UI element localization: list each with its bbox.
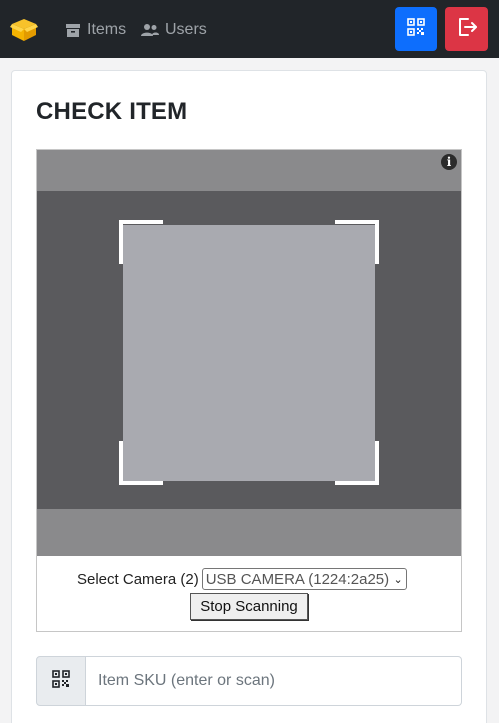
- sku-input-group: [36, 656, 462, 706]
- logout-icon: [456, 16, 478, 43]
- nav-users-link[interactable]: Users: [141, 19, 207, 41]
- stop-scanning-button[interactable]: Stop Scanning: [190, 593, 308, 620]
- page-title: CHECK ITEM: [36, 98, 188, 125]
- camera-select-label: Select Camera (2): [77, 570, 199, 588]
- box-icon[interactable]: [10, 16, 38, 44]
- nav-users-label: Users: [165, 21, 207, 38]
- qr-code-icon: [406, 17, 426, 42]
- qr-code-icon: [51, 669, 71, 694]
- camera-preview: i: [37, 150, 461, 556]
- navbar: Items Users: [0, 0, 499, 58]
- scan-corner-bottom-right: [335, 441, 379, 485]
- camera-select-row: Select Camera (2) USB CAMERA (1224:2a25)…: [77, 568, 427, 590]
- sku-input[interactable]: [86, 656, 462, 706]
- camera-select[interactable]: USB CAMERA (1224:2a25) ⌄: [201, 568, 407, 590]
- qr-reader: i Select Camera (2) USB CAMERA (1224:2a2…: [36, 149, 462, 632]
- scan-corner-bottom-left: [119, 441, 163, 485]
- info-icon[interactable]: i: [441, 154, 457, 170]
- sku-qr-addon: [36, 656, 86, 706]
- scan-qr-button[interactable]: [395, 7, 437, 51]
- scan-corner-top-left: [119, 220, 163, 264]
- scan-corner-top-right: [335, 220, 379, 264]
- chevron-down-icon: ⌄: [393, 574, 403, 586]
- logout-button[interactable]: [445, 7, 488, 51]
- nav-items-label: Items: [87, 21, 127, 38]
- nav-items-link[interactable]: Items: [65, 19, 126, 41]
- archive-icon: [65, 22, 81, 38]
- users-icon: [141, 22, 159, 38]
- camera-select-value: USB CAMERA (1224:2a25): [205, 570, 390, 588]
